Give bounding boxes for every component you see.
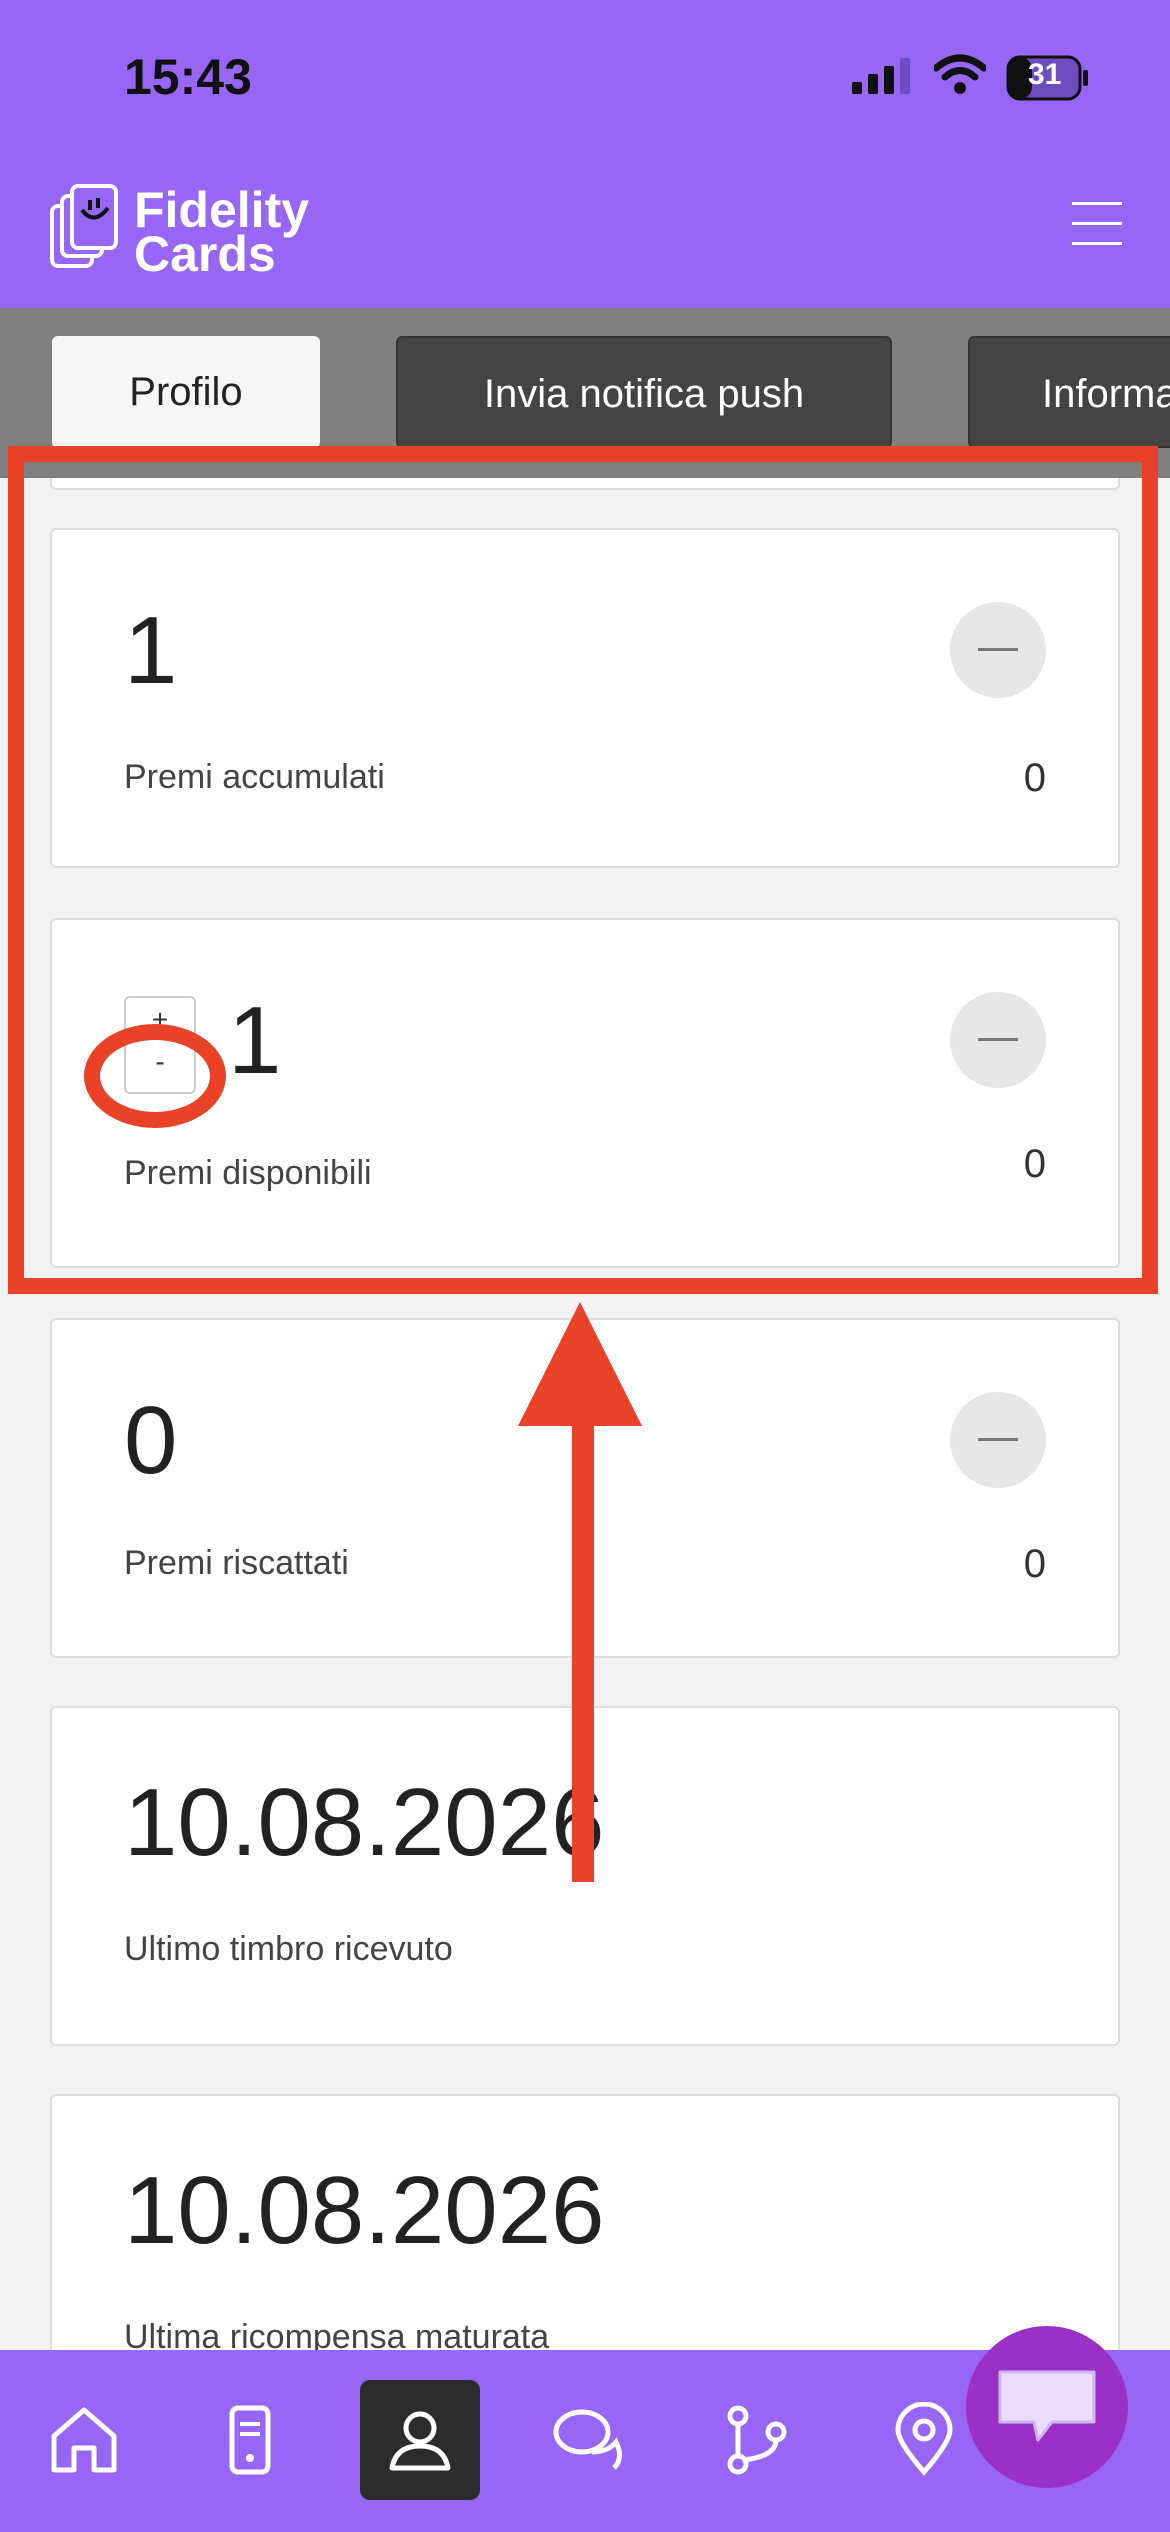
app-header: Fidelity Cards	[0, 150, 1170, 308]
card-count: 0	[1023, 1142, 1046, 1186]
collapse-button[interactable]	[950, 1392, 1046, 1488]
wifi-icon	[934, 54, 986, 94]
card-value: 1	[228, 987, 282, 1094]
collapse-button[interactable]	[950, 992, 1046, 1088]
card-label: Ultima ricompensa maturata	[124, 2318, 550, 2350]
tab-profilo[interactable]: Profilo	[52, 336, 320, 448]
status-bar: 15:43 31	[0, 0, 1170, 150]
card-label: Ultimo timbro ricevuto	[124, 1930, 453, 1968]
nav-device[interactable]	[190, 2380, 310, 2500]
fidelity-cards-logo[interactable]: Fidelity Cards	[50, 180, 340, 280]
tabs-bar: Profilo Invia notifica push Informa	[0, 308, 1170, 478]
status-time: 15:43	[124, 49, 252, 105]
location-pin-icon	[895, 2402, 953, 2476]
card-value: 0	[124, 1387, 178, 1494]
device-icon	[229, 2405, 271, 2475]
card-value: 10.08.2026	[124, 2157, 605, 2264]
logo-cards-icon	[50, 184, 118, 268]
card-partial	[50, 478, 1120, 490]
card-ultima-ricompensa: 10.08.2026 Ultima ricompensa maturata	[50, 2094, 1120, 2350]
chat-icon	[553, 2409, 622, 2470]
chat-support-button[interactable]	[966, 2326, 1128, 2488]
message-bubble-icon	[998, 2370, 1096, 2442]
card-label: Premi disponibili	[124, 1154, 372, 1192]
card-premi-accumulati: 1 Premi accumulati 0	[50, 528, 1120, 868]
nav-branch[interactable]	[696, 2380, 816, 2500]
home-icon	[51, 2407, 117, 2473]
logo-text-line2: Cards	[134, 226, 276, 282]
collapse-button[interactable]	[950, 602, 1046, 698]
tab-informa[interactable]: Informa	[968, 336, 1170, 448]
card-label: Premi riscattati	[124, 1544, 349, 1582]
battery-level: 31	[1028, 58, 1062, 91]
signal-icon	[852, 58, 910, 94]
hamburger-menu-icon[interactable]	[1072, 202, 1122, 246]
card-label: Premi accumulati	[124, 758, 385, 796]
nav-profile[interactable]	[360, 2380, 480, 2500]
profile-icon	[389, 2411, 451, 2471]
card-count: 0	[1023, 1542, 1046, 1586]
nav-chat[interactable]	[528, 2380, 648, 2500]
annotation-arrow	[518, 1302, 642, 1882]
card-count: 0	[1023, 756, 1046, 800]
annotation-circle	[84, 1024, 226, 1128]
card-value: 1	[124, 597, 178, 704]
branch-icon	[727, 2405, 787, 2475]
tab-invia-notifica-push[interactable]: Invia notifica push	[396, 336, 892, 448]
nav-home[interactable]	[24, 2380, 144, 2500]
